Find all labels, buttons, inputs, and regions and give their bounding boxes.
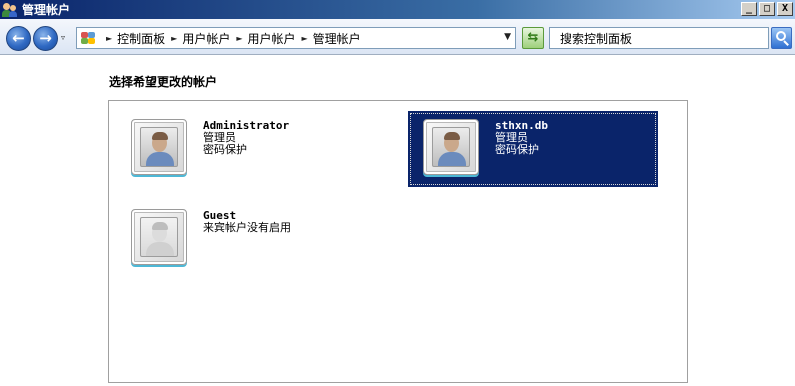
minimize-button[interactable]: _ bbox=[741, 2, 757, 16]
breadcrumb-separator-icon[interactable]: ► bbox=[236, 34, 242, 43]
breadcrumb-item[interactable]: 管理帐户 bbox=[313, 30, 361, 47]
window-title: 管理帐户 bbox=[22, 3, 71, 17]
breadcrumb-item[interactable]: 控制面板 bbox=[117, 30, 165, 47]
recent-pages-chevron-icon[interactable]: ▿ bbox=[61, 33, 70, 42]
user-avatar-icon bbox=[423, 119, 479, 175]
address-dropdown-icon[interactable]: ▼ bbox=[504, 32, 511, 42]
guest-avatar-icon bbox=[131, 209, 187, 265]
title-bar: 管理帐户 _ □ X bbox=[0, 0, 795, 19]
accounts-panel: Administrator 管理员 密码保护 sthxn.db 管理员 密码保护… bbox=[108, 100, 688, 383]
window-controls: _ □ X bbox=[741, 2, 793, 16]
breadcrumb: ► 控制面板 ► 用户帐户 ► 用户帐户 ► 管理帐户 bbox=[100, 30, 361, 47]
account-administrator[interactable]: Administrator 管理员 密码保护 bbox=[109, 111, 399, 187]
forward-button[interactable]: → bbox=[33, 26, 58, 51]
breadcrumb-item[interactable]: 用户帐户 bbox=[248, 30, 296, 47]
close-button[interactable]: X bbox=[777, 2, 793, 16]
account-guest[interactable]: Guest 来宾帐户没有启用 bbox=[109, 201, 399, 277]
breadcrumb-separator-icon[interactable]: ► bbox=[171, 34, 177, 43]
search-input[interactable]: 搜索控制面板 bbox=[549, 27, 769, 49]
account-status: 密码保护 bbox=[495, 143, 539, 156]
refresh-icon: ⇆ bbox=[527, 30, 539, 45]
refresh-button[interactable]: ⇆ bbox=[522, 27, 544, 49]
users-icon bbox=[2, 2, 18, 18]
address-bar[interactable]: ► 控制面板 ► 用户帐户 ► 用户帐户 ► 管理帐户 ▼ bbox=[76, 27, 516, 49]
breadcrumb-item[interactable]: 用户帐户 bbox=[182, 30, 230, 47]
maximize-button[interactable]: □ bbox=[759, 2, 775, 16]
user-avatar-icon bbox=[131, 119, 187, 175]
account-role: 来宾帐户没有启用 bbox=[203, 221, 291, 234]
breadcrumb-separator-icon[interactable]: ► bbox=[302, 34, 308, 43]
navigation-bar: ← → ▿ ► 控制面板 ► 用户帐户 ► 用户帐户 ► 管理帐户 ▼ ⇆ 搜索… bbox=[0, 19, 795, 55]
back-arrow-icon: ← bbox=[12, 29, 25, 47]
forward-arrow-icon: → bbox=[39, 29, 52, 47]
search-button[interactable] bbox=[771, 27, 792, 49]
page-heading: 选择希望更改的帐户 bbox=[109, 75, 218, 89]
control-panel-icon bbox=[80, 30, 96, 46]
account-status: 密码保护 bbox=[203, 143, 247, 156]
breadcrumb-separator-icon[interactable]: ► bbox=[106, 34, 112, 43]
back-button[interactable]: ← bbox=[6, 26, 31, 51]
account-sthxn-db[interactable]: sthxn.db 管理员 密码保护 bbox=[408, 111, 658, 187]
